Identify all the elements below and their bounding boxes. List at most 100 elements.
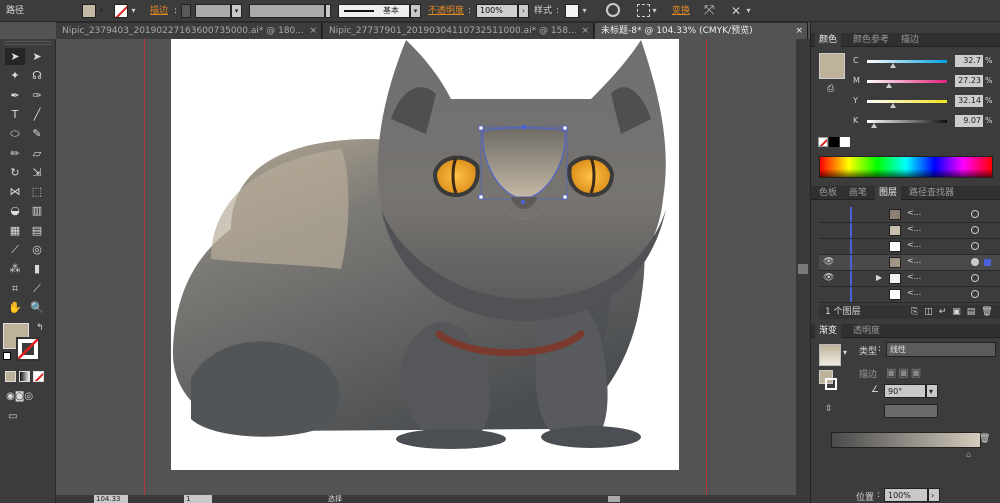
ellipse-icon[interactable]: ⬭ [5, 125, 25, 142]
vertical-scrollbar[interactable] [796, 39, 810, 495]
opacity-label[interactable]: 不透明度 [428, 0, 464, 22]
gradient-angle-input[interactable]: 90° [884, 384, 926, 398]
target-circle-icon[interactable] [971, 226, 979, 234]
aspect-ratio-input[interactable] [884, 404, 938, 418]
arrange-icon[interactable]: ✕ [731, 0, 741, 22]
magic-wand-icon[interactable]: ✦ [5, 67, 25, 84]
canvas-area[interactable] [56, 39, 796, 495]
visibility-eye-icon[interactable]: 👁 [823, 257, 834, 267]
chevron-right-icon[interactable]: › [518, 4, 529, 18]
gradient-preview[interactable] [819, 344, 841, 366]
tab-brushes[interactable]: 画笔 [845, 186, 871, 200]
chevron-down-icon[interactable]: ▾ [231, 4, 242, 18]
slider-handle[interactable] [890, 63, 897, 68]
channel-slider[interactable] [867, 80, 947, 83]
graphic-style-swatch[interactable] [565, 4, 579, 18]
tab-gradient[interactable]: 渐变 [815, 324, 842, 338]
artboard[interactable] [171, 39, 679, 470]
front-paw-left[interactable] [396, 429, 506, 449]
target-circle-icon[interactable] [971, 210, 979, 218]
type-icon[interactable]: T [5, 106, 25, 123]
layer-name[interactable]: <... [907, 272, 921, 281]
curvature-icon[interactable]: ✑ [27, 87, 47, 104]
front-paw-right[interactable] [541, 426, 641, 448]
draw-mode-icon[interactable]: ◉◙◎ [6, 391, 33, 402]
anchor-point[interactable] [562, 194, 568, 200]
channel-value-input[interactable]: 9.07 [955, 115, 983, 127]
layer-row[interactable]: 👁 ▶ <... [819, 271, 1000, 287]
layer-row[interactable]: <... [819, 223, 1000, 239]
cat-illustration[interactable] [171, 39, 679, 470]
variable-width-profile-select[interactable] [249, 4, 325, 18]
channel-value-input[interactable]: 32.7 [955, 55, 983, 67]
stroke-weight-stepper[interactable] [181, 4, 191, 18]
color-mode-icon[interactable] [5, 371, 16, 382]
anchor-point[interactable] [478, 125, 484, 131]
slider-handle[interactable] [889, 103, 896, 108]
layer-row[interactable]: <... [819, 287, 1000, 303]
target-circle-icon[interactable] [971, 242, 979, 250]
chevron-down-icon[interactable]: ▾ [843, 348, 847, 357]
chevron-down-icon[interactable]: ▾ [650, 4, 659, 17]
layer-name[interactable]: <... [907, 288, 921, 297]
pencil-icon[interactable]: ✏ [5, 145, 25, 162]
paintbrush-icon[interactable]: ✎ [27, 125, 47, 142]
anchor-point[interactable] [520, 199, 526, 205]
selection-icon[interactable]: ➤ [5, 48, 25, 65]
channel-slider[interactable] [867, 100, 947, 103]
tab-stroke[interactable]: 描边 [897, 33, 923, 47]
slider-handle[interactable] [885, 83, 892, 88]
perspective-grid-icon[interactable]: ▥ [27, 202, 47, 219]
screen-mode-icon[interactable]: ▭ [8, 411, 17, 422]
chevron-down-icon[interactable]: ▾ [129, 4, 138, 17]
target-circle-icon[interactable] [971, 274, 979, 282]
artboard-number-input[interactable]: 1 [184, 495, 212, 503]
brush-definition-select[interactable]: 基本 [338, 4, 410, 18]
black-swatch[interactable] [829, 137, 839, 147]
delete-stop-icon[interactable]: 🗑 [979, 434, 990, 444]
transform-label[interactable]: 变换 [672, 0, 690, 22]
column-graph-icon[interactable]: ▮ [27, 260, 47, 277]
width-icon[interactable]: ⋈ [5, 183, 25, 200]
anchor-point[interactable] [478, 194, 484, 200]
panel-grip[interactable] [4, 41, 52, 45]
gradient-mode-icon[interactable] [19, 371, 30, 382]
gradient-icon[interactable]: ▤ [27, 222, 47, 239]
anchor-point[interactable] [562, 125, 568, 131]
tab-layers[interactable]: 图层 [875, 186, 902, 200]
channel-value-input[interactable]: 32.14 [955, 95, 983, 107]
visibility-eye-icon[interactable]: 👁 [823, 273, 834, 283]
document-tab[interactable]: Nipic_2379403_20190227163600735000.ai* @… [56, 23, 322, 39]
chevron-down-icon[interactable]: ▾ [97, 4, 106, 17]
channel-slider[interactable] [867, 60, 947, 63]
align-to-selection-icon[interactable] [637, 4, 650, 17]
horizontal-scrollbar-thumb[interactable] [608, 496, 620, 502]
document-tab-active[interactable]: 未标题-8* @ 104.33% (CMYK/预览) × [595, 23, 808, 39]
shape-builder-icon[interactable]: ◒ [5, 202, 25, 219]
close-icon[interactable]: × [581, 23, 589, 39]
swap-fill-stroke-icon[interactable]: ↰ [36, 323, 44, 333]
channel-value-input[interactable]: 27.23 [955, 75, 983, 87]
hand-icon[interactable]: ✋ [5, 299, 25, 316]
isolate-selected-icon[interactable]: ⤧ [704, 0, 714, 22]
symbol-sprayer-icon[interactable]: ⁂ [5, 260, 25, 277]
stroke-none-swatch[interactable] [114, 4, 128, 18]
close-icon[interactable]: × [309, 23, 317, 39]
current-fill-swatch[interactable] [819, 53, 845, 79]
none-mode-icon[interactable] [33, 371, 44, 382]
anchor-point[interactable] [522, 125, 526, 129]
eraser-icon[interactable]: ▱ [27, 145, 47, 162]
layer-row[interactable]: 👁 <... [819, 255, 1000, 271]
slider-handle[interactable] [871, 123, 878, 128]
blend-icon[interactable]: ◎ [27, 241, 47, 258]
layer-row[interactable]: <... [819, 207, 1000, 223]
opacity-input[interactable]: 100% [476, 4, 518, 18]
layer-name[interactable]: <... [907, 240, 921, 249]
lasso-icon[interactable]: ☊ [27, 67, 47, 84]
tab-swatches[interactable]: 色板 [815, 186, 841, 200]
tab-transparency[interactable]: 透明度 [849, 324, 884, 338]
stroke-color-box[interactable] [16, 337, 40, 361]
target-circle-icon[interactable] [971, 258, 979, 266]
gradient-type-select[interactable]: 线性 [886, 342, 996, 357]
free-transform-icon[interactable]: ⬚ [27, 183, 47, 200]
